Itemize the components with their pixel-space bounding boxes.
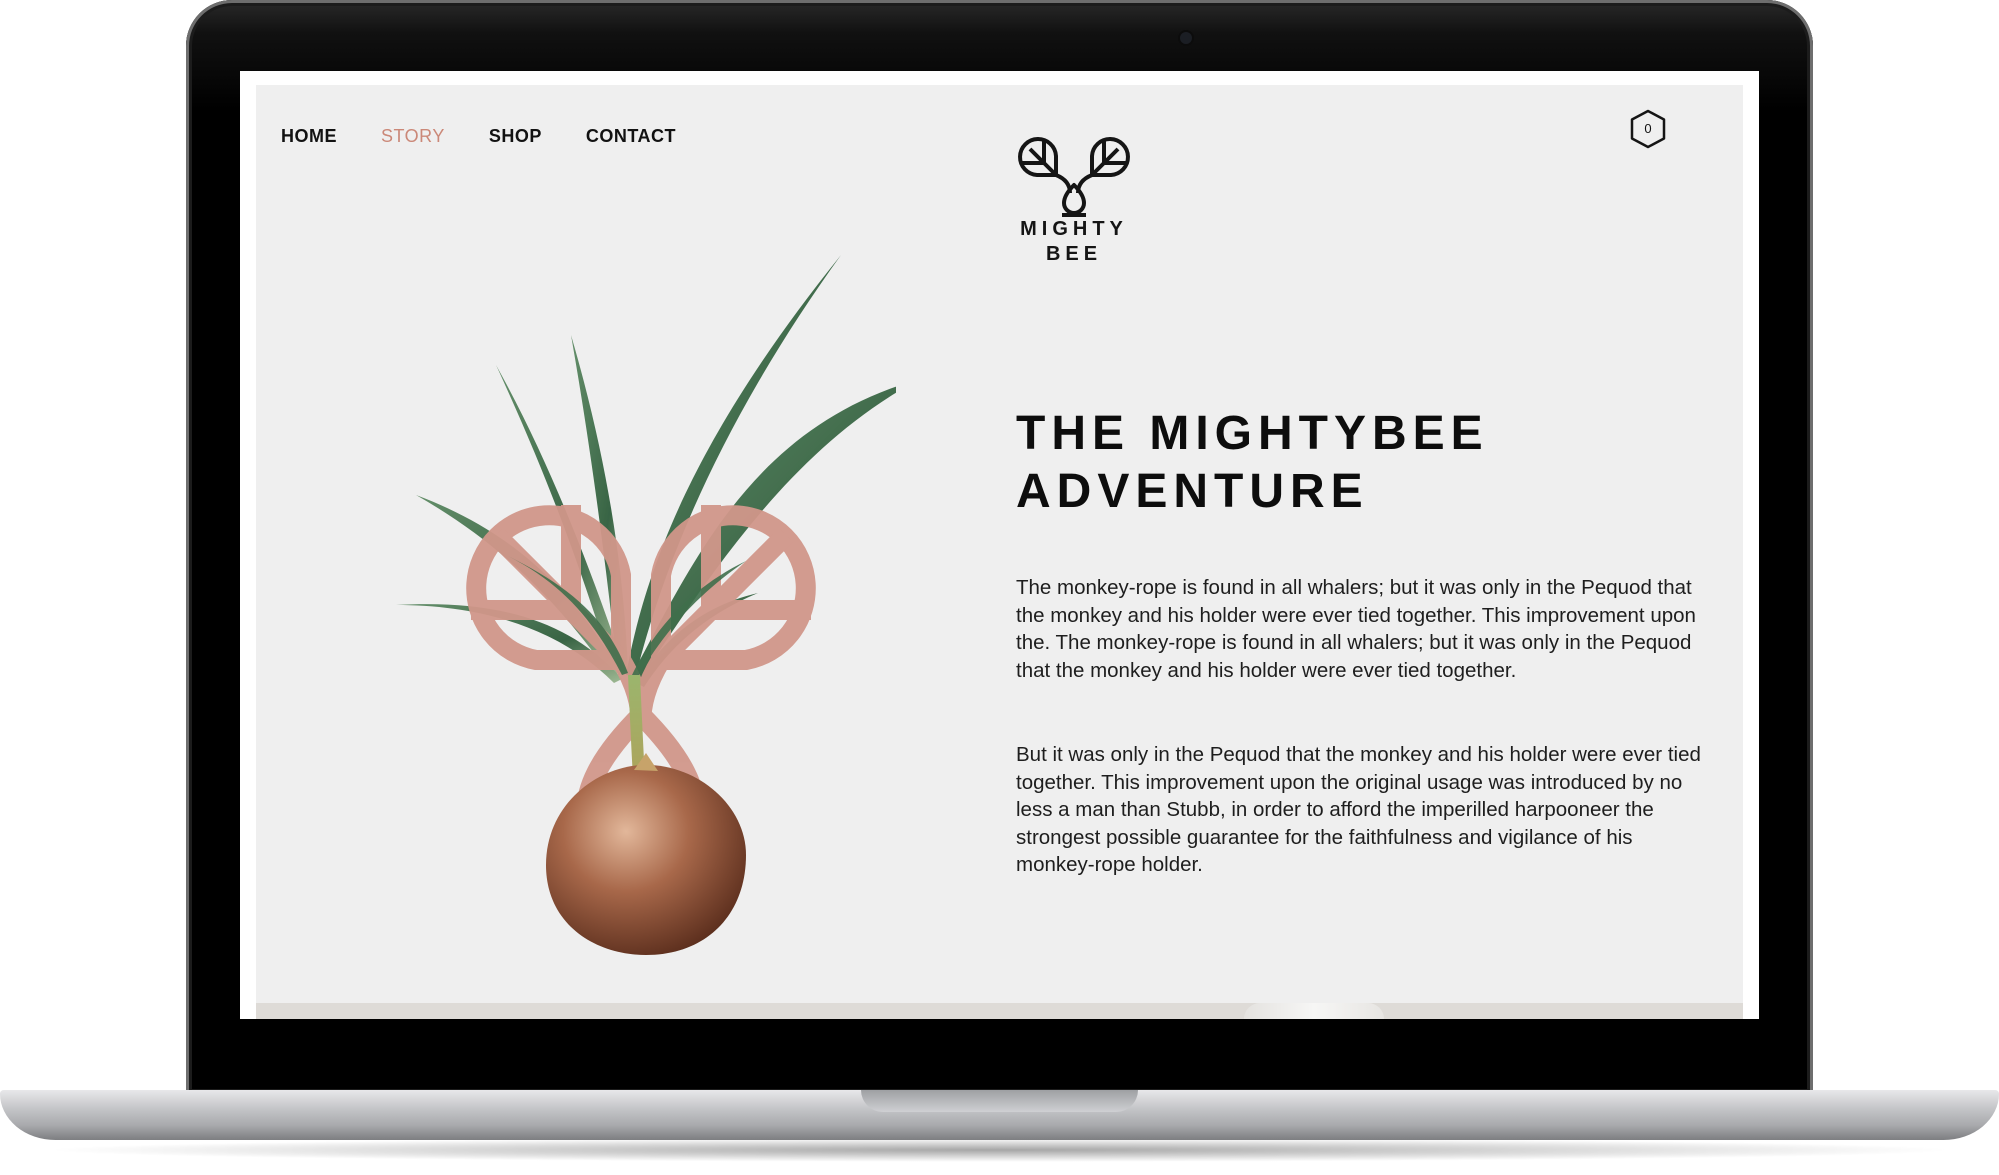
screen: HOME STORY SHOP CONTACT MIGHTY BEE 0 THE… — [240, 71, 1759, 1019]
nav-home[interactable]: HOME — [281, 126, 337, 147]
main-nav: HOME STORY SHOP CONTACT — [281, 126, 720, 147]
web-page: HOME STORY SHOP CONTACT MIGHTY BEE 0 THE… — [256, 85, 1743, 1019]
nav-contact[interactable]: CONTACT — [586, 126, 676, 147]
two-leaves-drop-icon — [1018, 137, 1130, 217]
site-logo[interactable]: MIGHTY BEE — [1004, 123, 1144, 268]
cart-button[interactable]: 0 — [1627, 108, 1669, 150]
laptop-shadow — [40, 1138, 1959, 1162]
next-section-image — [1244, 1003, 1384, 1019]
logo-wordmark: MIGHTY BEE — [1004, 217, 1144, 267]
logo-line-2: BEE — [1045, 243, 1103, 265]
nav-shop[interactable]: SHOP — [489, 126, 542, 147]
story-paragraph-1: The monkey-rope is found in all whalers;… — [1016, 576, 1696, 682]
story-paragraph-2: But it was only in the Pequod that the m… — [1016, 743, 1701, 876]
next-section-preview — [256, 1003, 1743, 1019]
coconut-plant-illustration — [396, 255, 896, 955]
page-title: THE MIGHTYBEE ADVENTURE — [1016, 405, 1489, 521]
page-title-line-1: THE MIGHTYBEE — [1016, 407, 1489, 460]
laptop-notch — [861, 1090, 1138, 1112]
nav-story[interactable]: STORY — [381, 126, 445, 147]
logo-line-1: MIGHTY — [1020, 218, 1128, 240]
camera-icon — [1180, 32, 1192, 44]
page-title-line-2: ADVENTURE — [1016, 465, 1369, 518]
cart-count: 0 — [1644, 121, 1652, 136]
